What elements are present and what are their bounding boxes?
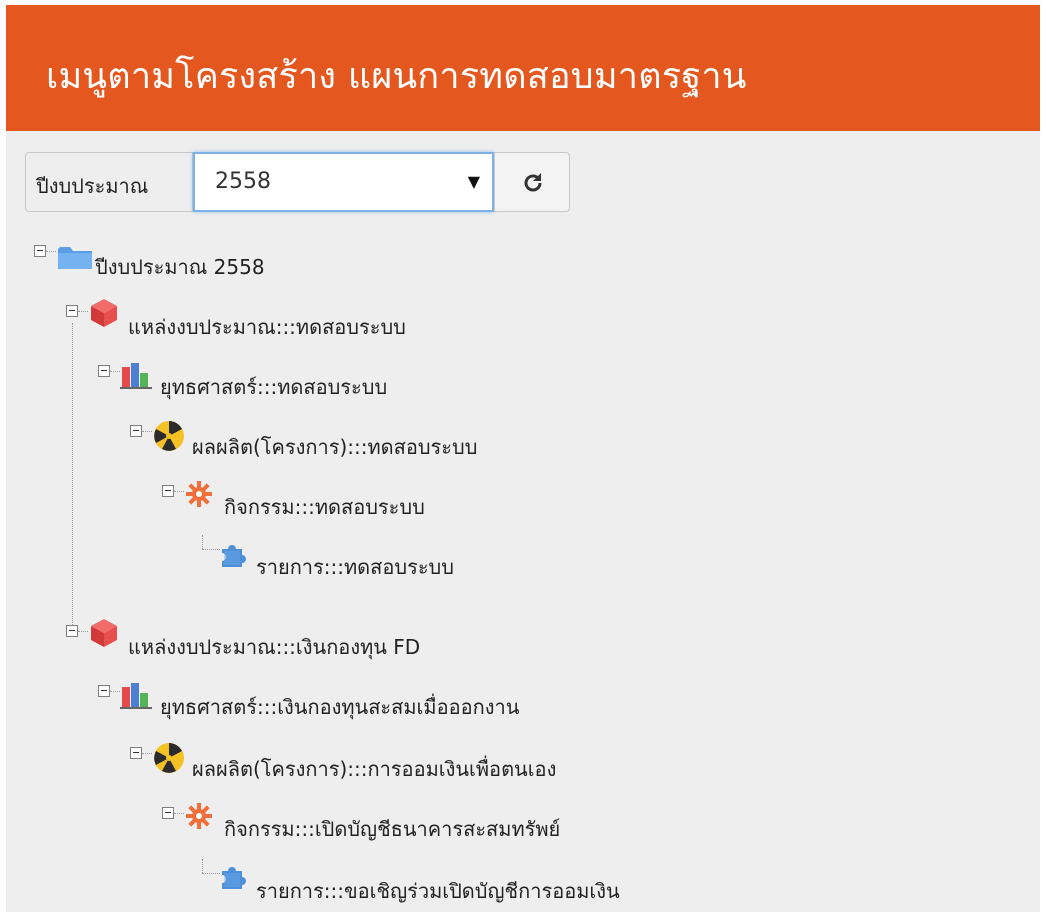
tree-node-label[interactable]: ผลผลิต(โครงการ):::การออมเงินเพื่อตนเอง — [192, 753, 556, 785]
tree-connector — [46, 251, 56, 252]
tree-expander[interactable] — [162, 485, 174, 497]
tree-connector — [110, 371, 120, 372]
radiation-icon — [154, 743, 184, 773]
tree-node-label[interactable]: กิจกรรม:::เปิดบัญชีธนาคารสะสมทรัพย์ — [224, 813, 560, 845]
tree-expander[interactable] — [66, 625, 78, 637]
bar-chart-icon — [120, 683, 152, 709]
tree-expander[interactable] — [66, 305, 78, 317]
radiation-icon — [154, 421, 184, 451]
tree-connector — [174, 813, 184, 814]
app-frame: เมนูตามโครงสร้าง แผนการทดสอบมาตรฐาน ปีงบ… — [6, 5, 1040, 912]
tree-node-label[interactable]: แหล่งงบประมาณ:::ทดสอบระบบ — [128, 311, 406, 343]
structure-tree: ปีงบประมาณ 2558 แหล่งงบประมาณ:::ทดสอบระบ… — [6, 5, 1040, 912]
tree-expander[interactable] — [98, 685, 110, 697]
tree-connector — [202, 859, 203, 873]
tree-connector — [78, 631, 88, 632]
folder-icon — [58, 247, 92, 269]
gear-icon — [186, 481, 212, 507]
tree-node-label[interactable]: กิจกรรม:::ทดสอบระบบ — [224, 491, 425, 523]
tree-connector — [174, 491, 184, 492]
tree-node-label[interactable]: ปีงบประมาณ 2558 — [95, 251, 265, 283]
tree-expander[interactable] — [130, 425, 142, 437]
puzzle-icon — [222, 867, 246, 889]
tree-node-label[interactable]: ผลผลิต(โครงการ):::ทดสอบระบบ — [192, 431, 477, 463]
tree-node-label[interactable]: แหล่งงบประมาณ:::เงินกองทุน FD — [128, 631, 420, 663]
tree-connector — [78, 311, 88, 312]
tree-guide-line — [72, 323, 73, 625]
gear-icon — [186, 803, 212, 829]
bar-chart-icon — [120, 363, 152, 389]
tree-connector — [142, 753, 152, 754]
tree-node-label[interactable]: รายการ:::ทดสอบระบบ — [256, 551, 454, 583]
cube-icon — [91, 299, 117, 327]
tree-node-label[interactable]: รายการ:::ขอเชิญร่วมเปิดบัญชีการออมเงิน — [256, 875, 620, 907]
tree-expander[interactable] — [98, 365, 110, 377]
puzzle-icon — [222, 545, 246, 567]
tree-expander[interactable] — [162, 807, 174, 819]
tree-node-label[interactable]: ยุทธศาสตร์:::ทดสอบระบบ — [160, 371, 387, 403]
tree-expander[interactable] — [130, 747, 142, 759]
tree-node-label[interactable]: ยุทธศาสตร์:::เงินกองทุนสะสมเมื่อออกงาน — [160, 691, 519, 723]
tree-connector — [142, 431, 152, 432]
tree-connector — [110, 691, 120, 692]
cube-icon — [91, 619, 117, 647]
tree-expander-root[interactable] — [34, 245, 46, 257]
tree-connector — [202, 535, 203, 549]
